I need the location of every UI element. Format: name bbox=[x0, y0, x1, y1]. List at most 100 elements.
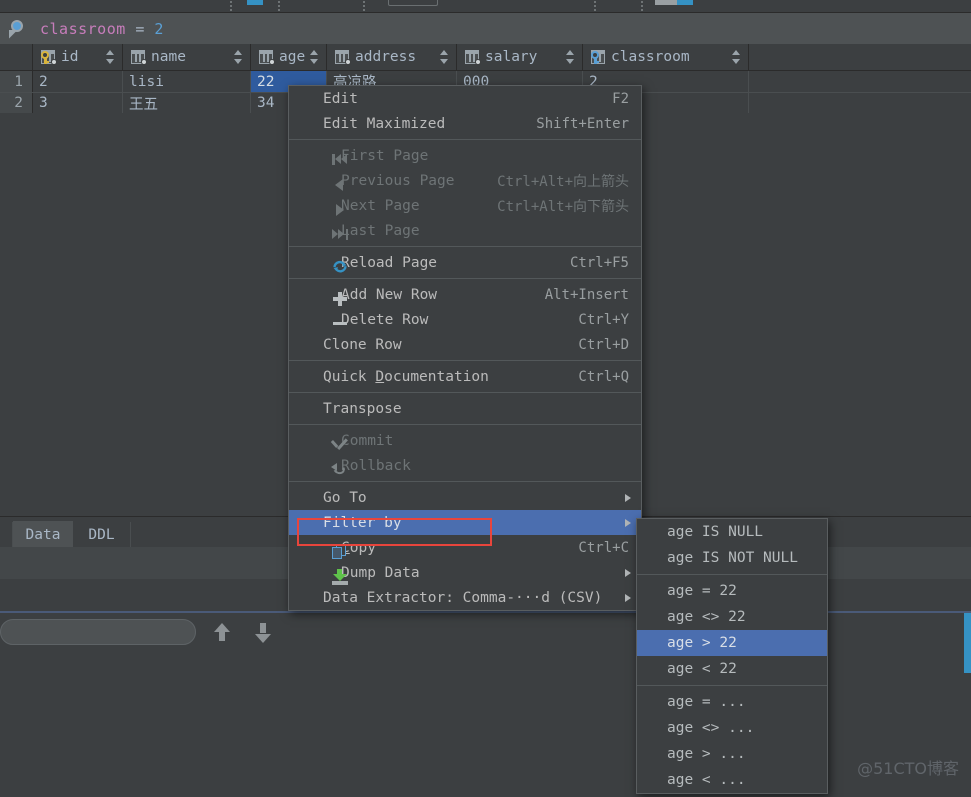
rollback-arrow-icon bbox=[331, 461, 349, 478]
filter-operator: = bbox=[135, 19, 145, 38]
tab-ddl[interactable]: DDL bbox=[73, 521, 130, 548]
cell-name[interactable]: lisi bbox=[123, 71, 251, 92]
toolbar-field-outline[interactable] bbox=[388, 0, 438, 6]
submenu-separator bbox=[637, 574, 827, 575]
sort-toggle-icon[interactable] bbox=[732, 50, 741, 64]
search-input[interactable] bbox=[0, 619, 196, 645]
tab-data[interactable]: Data bbox=[13, 521, 73, 548]
menu-item-clone-row[interactable]: Clone Row Ctrl+D bbox=[289, 332, 641, 357]
menu-item-dump-data[interactable]: Dump Data bbox=[289, 560, 641, 585]
row-number-header bbox=[0, 44, 33, 70]
sort-toggle-icon[interactable] bbox=[106, 50, 115, 64]
toolbar-separator-dots bbox=[278, 1, 280, 12]
cell-name[interactable]: 王五 bbox=[123, 93, 251, 113]
find-next-button[interactable] bbox=[251, 622, 273, 644]
sort-toggle-icon[interactable] bbox=[440, 50, 449, 64]
column-label: address bbox=[355, 49, 417, 65]
copy-icon bbox=[331, 543, 349, 560]
menu-separator bbox=[289, 246, 641, 247]
previous-page-icon bbox=[331, 176, 349, 193]
column-header-name[interactable]: name bbox=[123, 44, 251, 70]
menu-item-filter-by[interactable]: Filter by bbox=[289, 510, 641, 535]
chevron-right-icon bbox=[625, 493, 631, 502]
column-header-age[interactable]: age bbox=[251, 44, 327, 70]
menu-label: Quick Documentation bbox=[323, 368, 489, 385]
submenu-item-age-eq-22[interactable]: age = 22 bbox=[637, 578, 827, 604]
submenu-label: age IS NOT NULL bbox=[667, 550, 798, 566]
right-edge-accent bbox=[964, 613, 971, 673]
menu-shortcut: Ctrl+Alt+向上箭头 bbox=[497, 173, 629, 190]
menu-separator bbox=[289, 360, 641, 361]
menu-label: Go To bbox=[323, 489, 367, 506]
submenu-item-age-eq-custom[interactable]: age = ... bbox=[637, 689, 827, 715]
sort-toggle-icon[interactable] bbox=[234, 50, 243, 64]
menu-item-transpose[interactable]: Transpose bbox=[289, 396, 641, 421]
next-page-icon bbox=[331, 201, 349, 218]
menu-item-data-extractor[interactable]: Data Extractor: Comma-···d (CSV) bbox=[289, 585, 641, 610]
menu-item-quick-documentation[interactable]: Quick Documentation Ctrl+Q bbox=[289, 364, 641, 389]
menu-shortcut: Ctrl+Q bbox=[578, 368, 629, 385]
sort-toggle-icon[interactable] bbox=[566, 50, 575, 64]
chevron-right-icon bbox=[625, 593, 631, 602]
filter-bar[interactable]: classroom = 2 bbox=[0, 13, 971, 44]
submenu-item-age-gt-22[interactable]: age > 22 bbox=[637, 630, 827, 656]
toolbar-chip-icon[interactable] bbox=[247, 0, 263, 5]
menu-label: Edit Maximized bbox=[323, 115, 446, 132]
toolbar-chip-icon[interactable] bbox=[655, 0, 693, 5]
tab-label: Data bbox=[25, 526, 61, 543]
menu-shortcut: Ctrl+Alt+向下箭头 bbox=[497, 198, 629, 215]
submenu-item-age-gt-custom[interactable]: age > ... bbox=[637, 741, 827, 767]
menu-item-delete-row[interactable]: Delete Row Ctrl+Y bbox=[289, 307, 641, 332]
column-header-classroom[interactable]: classroom bbox=[583, 44, 749, 70]
table-header-row: id name age address salary classroom bbox=[0, 44, 971, 71]
column-header-address[interactable]: address bbox=[327, 44, 457, 70]
submenu-item-age-is-not-null[interactable]: age IS NOT NULL bbox=[637, 545, 827, 571]
menu-item-edit-maximized[interactable]: Edit Maximized Shift+Enter bbox=[289, 111, 641, 136]
menu-item-go-to[interactable]: Go To bbox=[289, 485, 641, 510]
menu-item-previous-page: Previous Page Ctrl+Alt+向上箭头 bbox=[289, 168, 641, 193]
menu-label: Transpose bbox=[323, 400, 402, 417]
menu-separator bbox=[289, 424, 641, 425]
filter-column: classroom bbox=[40, 19, 126, 38]
column-label: name bbox=[151, 49, 186, 65]
sort-toggle-icon[interactable] bbox=[310, 50, 319, 64]
menu-separator bbox=[289, 139, 641, 140]
menu-item-edit[interactable]: Edit F2 bbox=[289, 86, 641, 111]
submenu-item-age-lt-custom[interactable]: age < ... bbox=[637, 767, 827, 793]
cell-id[interactable]: 3 bbox=[33, 93, 123, 113]
submenu-label: age > ... bbox=[667, 746, 746, 762]
filter-value: 2 bbox=[154, 19, 164, 38]
context-menu: Edit F2 Edit Maximized Shift+Enter First… bbox=[288, 85, 642, 611]
submenu-separator bbox=[637, 685, 827, 686]
submenu-item-age-is-null[interactable]: age IS NULL bbox=[637, 519, 827, 545]
menu-label: Delete Row bbox=[341, 311, 429, 328]
submenu-label: age > 22 bbox=[667, 635, 737, 651]
column-header-salary[interactable]: salary bbox=[457, 44, 583, 70]
menu-shortcut: Ctrl+D bbox=[578, 336, 629, 353]
row-number: 2 bbox=[0, 93, 33, 113]
toolbar-separator-dots bbox=[594, 1, 596, 12]
submenu-item-age-ne-22[interactable]: age <> 22 bbox=[637, 604, 827, 630]
column-header-id[interactable]: id bbox=[33, 44, 123, 70]
toolbar-separator-dots bbox=[230, 1, 232, 12]
menu-shortcut: F2 bbox=[612, 90, 629, 107]
menu-item-commit: Commit bbox=[289, 428, 641, 453]
menu-item-reload-page[interactable]: Reload Page Ctrl+F5 bbox=[289, 250, 641, 275]
submenu-item-age-ne-custom[interactable]: age <> ... bbox=[637, 715, 827, 741]
first-page-icon bbox=[331, 151, 349, 168]
submenu-item-age-lt-22[interactable]: age < 22 bbox=[637, 656, 827, 682]
find-previous-button[interactable] bbox=[210, 622, 232, 644]
menu-item-add-new-row[interactable]: Add New Row Alt+Insert bbox=[289, 282, 641, 307]
menu-shortcut: Ctrl+Y bbox=[578, 311, 629, 328]
menu-label: Rollback bbox=[341, 457, 411, 474]
filter-expression[interactable]: classroom = 2 bbox=[40, 20, 164, 38]
submenu-label: age < 22 bbox=[667, 661, 737, 677]
cell-id[interactable]: 2 bbox=[33, 71, 123, 92]
menu-label: Clone Row bbox=[323, 336, 402, 353]
menu-item-copy[interactable]: Copy Ctrl+C bbox=[289, 535, 641, 560]
menu-label: Edit bbox=[323, 90, 358, 107]
toolbar-separator-dots bbox=[641, 1, 643, 12]
menu-item-next-page: Next Page Ctrl+Alt+向下箭头 bbox=[289, 193, 641, 218]
table-column-icon bbox=[333, 49, 351, 65]
submenu-label: age <> ... bbox=[667, 720, 755, 736]
